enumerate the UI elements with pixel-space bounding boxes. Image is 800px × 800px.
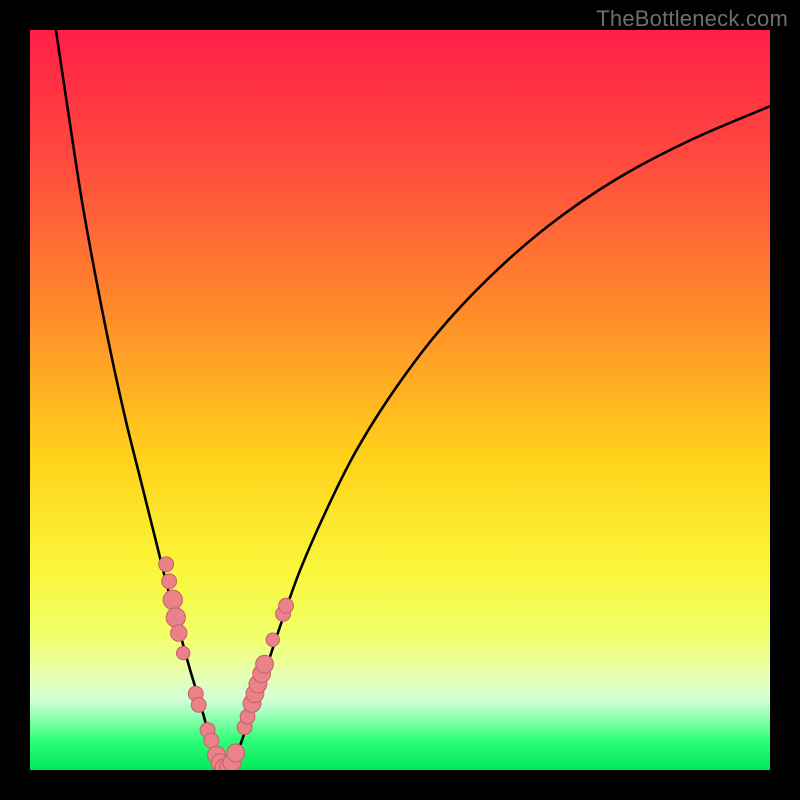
watermark-text: TheBottleneck.com: [596, 6, 788, 32]
plot-area: [30, 30, 770, 770]
marker-dot: [163, 590, 182, 609]
marker-dot: [191, 697, 206, 712]
chart-frame: TheBottleneck.com: [0, 0, 800, 800]
markers-group: [159, 557, 294, 770]
marker-dot: [177, 646, 190, 659]
marker-dot: [166, 608, 185, 627]
marker-dot: [227, 744, 245, 762]
bottleneck-curve: [56, 30, 770, 769]
marker-dot: [266, 633, 279, 646]
marker-dot: [279, 598, 294, 613]
marker-dot: [159, 557, 174, 572]
marker-dot: [162, 574, 177, 589]
marker-dot: [171, 625, 187, 641]
marker-dot: [256, 655, 274, 673]
marker-dot: [204, 733, 219, 748]
chart-svg: [30, 30, 770, 770]
